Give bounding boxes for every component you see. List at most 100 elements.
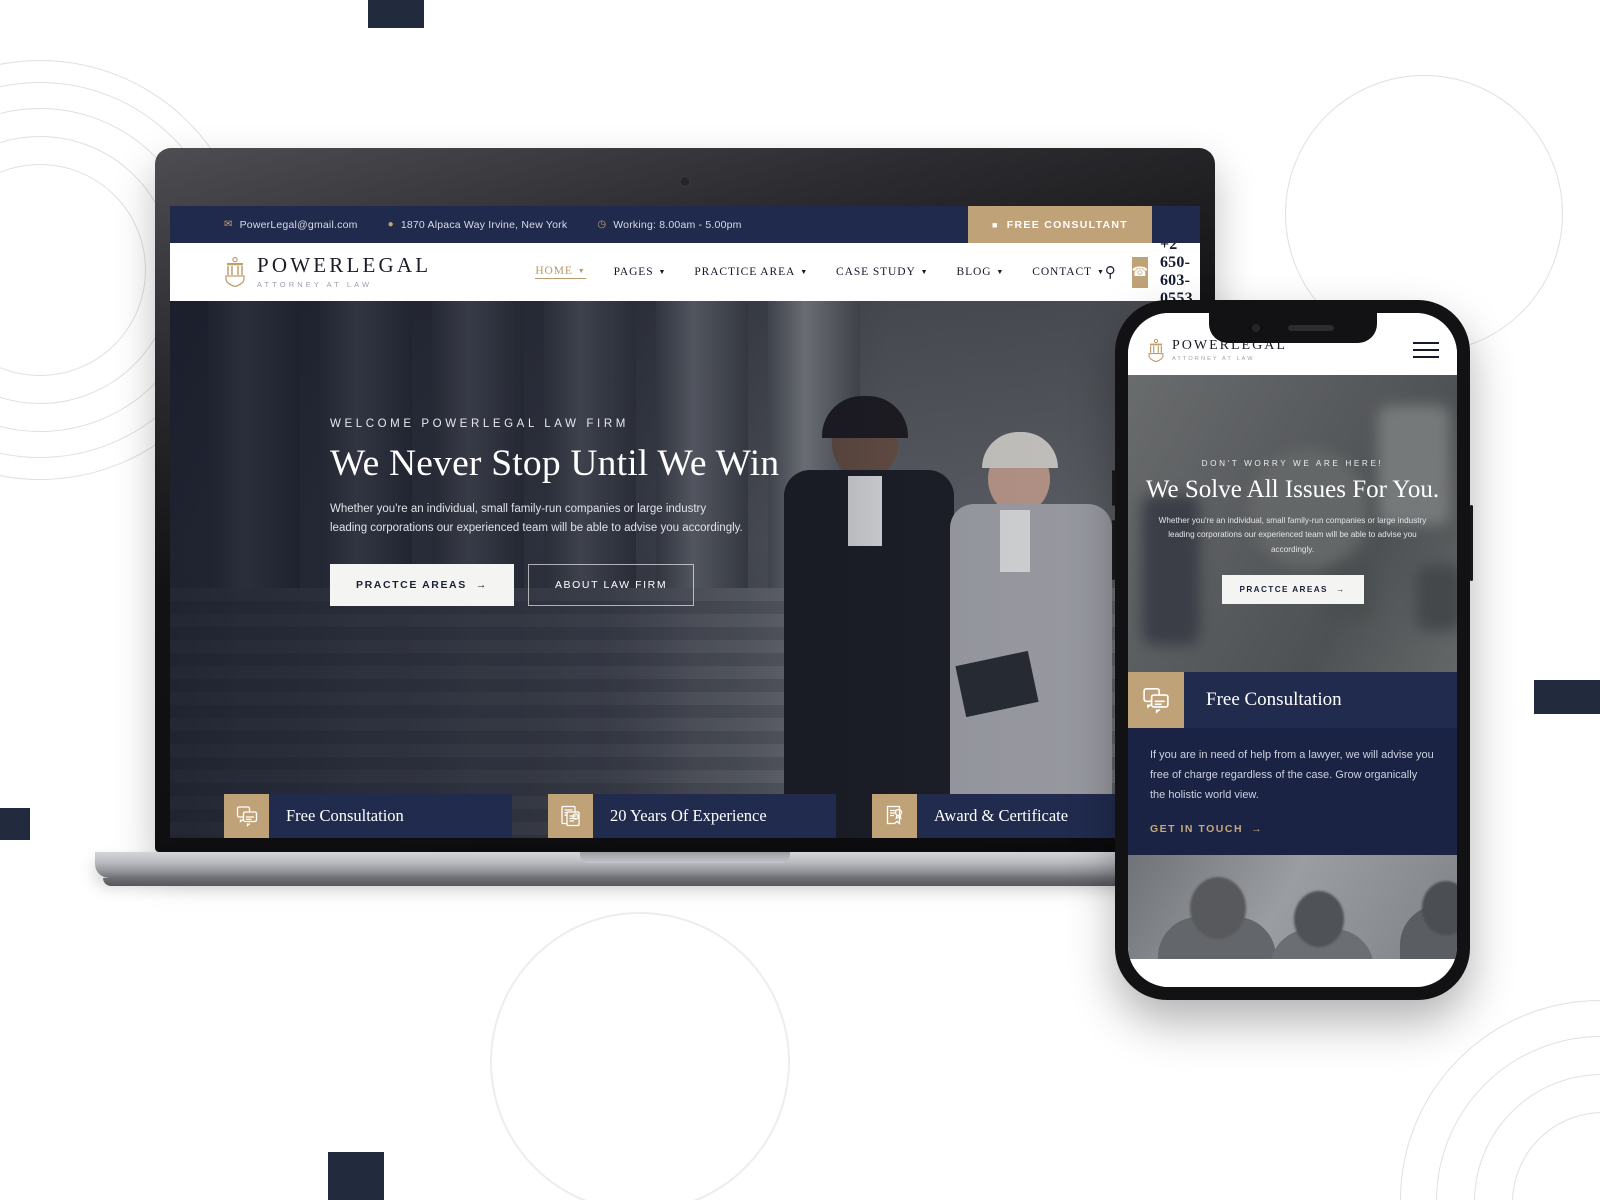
about-law-firm-label: ABOUT LAW FIRM: [554, 578, 668, 591]
nav-item-practice-area-label: PRACTICE AREA: [694, 266, 796, 278]
about-law-firm-button[interactable]: ABOUT LAW FIRM: [527, 563, 695, 606]
mobile-feature-card: Free Consultation If you are in need of …: [1128, 672, 1457, 856]
nav-item-home-label: HOME: [535, 265, 573, 277]
mobile-hero-kicker: DON'T WORRY WE ARE HERE!: [1201, 459, 1384, 468]
mobile-hero-content: DON'T WORRY WE ARE HERE! We Solve All Is…: [1128, 375, 1457, 672]
get-in-touch-link[interactable]: GET IN TOUCH →: [1150, 823, 1435, 835]
chat-bubbles-icon: [224, 793, 269, 838]
mobile-hero-title: We Solve All Issues For You.: [1145, 476, 1440, 503]
nav-item-practice-area[interactable]: PRACTICE AREA ▼: [694, 266, 808, 278]
hero-subtitle: Whether you're an individual, small fami…: [330, 503, 743, 534]
decor-square-mid-left: [0, 808, 30, 840]
envelope-icon: ✉: [224, 218, 233, 230]
nav-item-contact[interactable]: CONTACT ▼: [1032, 266, 1105, 278]
topbar-address-text: 1870 Alpaca Way Irvine, New York: [400, 218, 568, 231]
hamburger-menu-icon[interactable]: [1413, 342, 1439, 358]
feature-card: Free Consultation If you are in need of …: [224, 793, 512, 838]
feature-card-title-wrap: 20 Years Of Experience: [593, 793, 836, 838]
feature-card-title: Free Consultation: [286, 806, 404, 826]
site-topbar: ✉ PowerLegal@gmail.com ● 1870 Alpaca Way…: [170, 206, 1200, 243]
hero-buttons: PRACTCE AREAS → ABOUT LAW FIRM: [330, 563, 800, 606]
topbar-info-group: ✉ PowerLegal@gmail.com ● 1870 Alpaca Way…: [170, 219, 742, 231]
navbar-right-group: ⚲ ☎ +2 650-603-0553: [1105, 236, 1200, 308]
get-in-touch-label: GET IN TOUCH: [1150, 823, 1244, 836]
mobile-feature-card-text: If you are in need of help from a lawyer…: [1150, 749, 1434, 801]
nav-item-home[interactable]: HOME ▼: [535, 265, 586, 279]
mobile-feature-card-title: Free Consultation: [1206, 689, 1342, 710]
phone-speaker-icon: [1287, 325, 1334, 331]
arrow-right-icon: →: [1251, 823, 1264, 836]
laptop-foot: [103, 878, 1267, 886]
mobile-feature-card-body: If you are in need of help from a lawyer…: [1128, 728, 1457, 856]
feature-card: 20 Years Of Experience We have the best …: [548, 793, 836, 838]
topbar-email-text: PowerLegal@gmail.com: [239, 218, 358, 231]
search-icon[interactable]: ⚲: [1105, 263, 1116, 281]
header-phone-number: +2 650-603-0553: [1159, 236, 1193, 307]
arrow-right-icon: →: [475, 578, 488, 591]
mobile-hero-section: DON'T WORRY WE ARE HERE! We Solve All Is…: [1128, 375, 1457, 672]
laptop-trackpad-notch: [580, 852, 790, 863]
hero-section: WELCOME POWERLEGAL LAW FIRM We Never Sto…: [170, 301, 1200, 838]
hero-kicker: WELCOME POWERLEGAL LAW FIRM: [330, 418, 629, 430]
certificate-icon: [872, 793, 917, 838]
brand-logo[interactable]: POWERLEGAL ATTORNEY AT LAW: [222, 255, 431, 289]
mobile-practice-areas-label: PRACTCE AREAS: [1239, 585, 1328, 595]
feature-cards: Free Consultation If you are in need of …: [224, 793, 1200, 838]
pillar-shield-icon: [225, 257, 245, 287]
main-navigation: HOME ▼ PAGES ▼ PRACTICE AREA ▼ CASE STUD…: [535, 265, 1104, 279]
phone-camera-icon: [1251, 324, 1260, 332]
decor-square-bottom: [328, 1152, 384, 1200]
laptop-camera-icon: [679, 176, 691, 187]
nav-item-case-study-label: CASE STUDY: [836, 266, 916, 278]
chat-bubbles-icon: [1128, 672, 1184, 728]
mobile-feature-card-title-wrap: Free Consultation: [1184, 672, 1457, 728]
phone-notch: [1208, 313, 1377, 343]
phone-mockup: POWERLEGAL ATTORNEY AT LAW DON'T WORRY W…: [1112, 300, 1473, 1000]
laptop-base: [95, 852, 1275, 886]
chat-icon: ■: [992, 219, 999, 230]
nav-item-pages[interactable]: PAGES ▼: [614, 266, 667, 278]
phone-icon: ☎: [1131, 256, 1148, 288]
free-consultant-label: FREE CONSULTANT: [1006, 218, 1128, 231]
mobile-hero-subtitle: Whether you're an individual, small fami…: [1158, 516, 1427, 554]
topbar-email[interactable]: ✉ PowerLegal@gmail.com: [224, 219, 358, 231]
nav-item-contact-label: CONTACT: [1032, 266, 1092, 278]
decor-square-top-left: [368, 0, 424, 28]
hero-title: We Never Stop Until We Win: [330, 443, 780, 484]
phone-screen: POWERLEGAL ATTORNEY AT LAW DON'T WORRY W…: [1128, 313, 1457, 987]
feature-card-header: 20 Years Of Experience: [548, 793, 836, 838]
mobile-feature-card-header: Free Consultation: [1128, 672, 1457, 728]
feature-card-title: 20 Years Of Experience: [610, 806, 767, 826]
site-navbar: POWERLEGAL ATTORNEY AT LAW HOME ▼ PAGES …: [170, 236, 1200, 307]
map-pin-icon: ●: [387, 218, 394, 230]
hero-content: WELCOME POWERLEGAL LAW FIRM We Never Sto…: [330, 418, 800, 606]
chevron-down-icon: ▼: [577, 266, 586, 275]
laptop-lid: ✉ PowerLegal@gmail.com ● 1870 Alpaca Way…: [155, 148, 1215, 852]
nav-item-case-study[interactable]: CASE STUDY ▼: [836, 266, 928, 278]
laptop-screen: ✉ PowerLegal@gmail.com ● 1870 Alpaca Way…: [170, 206, 1200, 838]
mobile-home-indicator-area: [1128, 959, 1457, 987]
arrow-right-icon: →: [1335, 585, 1346, 595]
practice-areas-button[interactable]: PRACTCE AREAS →: [330, 563, 514, 606]
feature-card-title: Award & Certificate: [934, 806, 1069, 826]
chevron-down-icon: ▼: [800, 267, 809, 276]
phone-power-button: [1470, 505, 1473, 581]
brand-name: POWERLEGAL: [257, 253, 432, 277]
nav-item-blog-label: BLOG: [956, 266, 992, 278]
mobile-practice-areas-button[interactable]: PRACTCE AREAS →: [1221, 575, 1364, 605]
topbar-hours-text: Working: 8.00am - 5.00pm: [613, 218, 742, 231]
topbar-address: ● 1870 Alpaca Way Irvine, New York: [388, 219, 568, 231]
nav-item-pages-label: PAGES: [613, 266, 654, 278]
nav-item-blog[interactable]: BLOG ▼: [957, 266, 1005, 278]
chevron-down-icon: ▼: [996, 267, 1005, 276]
clock-icon: ◷: [597, 218, 607, 230]
document-badge-icon: [548, 793, 593, 838]
header-phone[interactable]: ☎ +2 650-603-0553: [1131, 236, 1200, 308]
chevron-down-icon: ▼: [920, 267, 929, 276]
free-consultant-button[interactable]: ■ FREE CONSULTANT: [968, 206, 1152, 243]
brand-tagline: ATTORNEY AT LAW: [257, 280, 373, 289]
feature-card-header: Free Consultation: [224, 793, 512, 838]
practice-areas-label: PRACTCE AREAS: [356, 578, 467, 591]
feature-card-title-wrap: Free Consultation: [269, 793, 512, 838]
topbar-hours: ◷ Working: 8.00am - 5.00pm: [597, 219, 741, 231]
